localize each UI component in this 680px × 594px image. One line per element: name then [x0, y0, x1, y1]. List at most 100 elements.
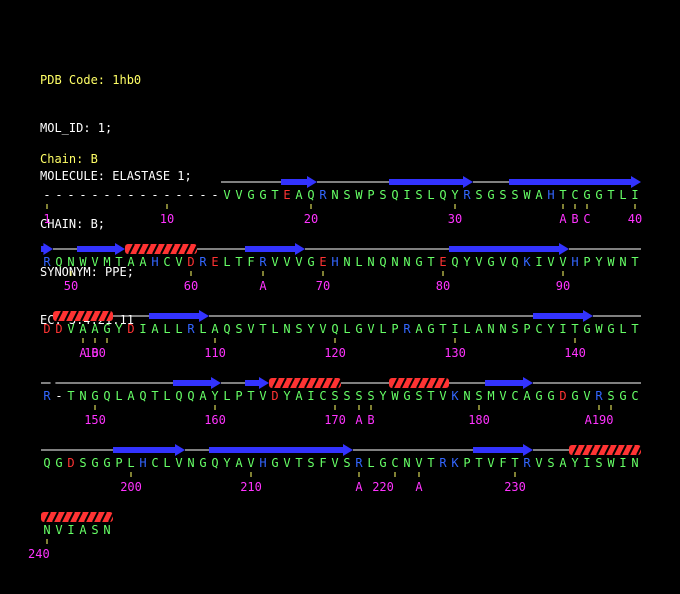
residue: G	[103, 322, 111, 336]
residue: L	[199, 322, 207, 336]
residue: T	[427, 456, 435, 470]
residue: L	[271, 322, 279, 336]
residue-number: 180	[468, 413, 490, 427]
residue-number: 200	[120, 480, 142, 494]
residue: -	[199, 188, 207, 202]
residue: L	[367, 456, 375, 470]
residue: S	[499, 188, 507, 202]
residue: Y	[223, 456, 231, 470]
residue: A	[127, 389, 135, 403]
residue-number: 60	[183, 279, 199, 293]
residue: W	[607, 255, 615, 269]
residue: R	[199, 255, 207, 269]
sequence-line-2: RQNWVMTAAHCVDRELTFRVVVGEHNLNQNNGTEQYVGVQ…	[0, 241, 680, 311]
residue: L	[379, 322, 387, 336]
residue: Q	[307, 188, 315, 202]
residue: -	[55, 389, 63, 403]
residue: S	[475, 389, 483, 403]
residue: L	[115, 389, 123, 403]
residue: N	[343, 255, 351, 269]
residue: Y	[451, 188, 459, 202]
helix-segment	[125, 243, 199, 255]
residue: H	[331, 255, 339, 269]
residue-number: 150	[84, 413, 106, 427]
residue: S	[79, 456, 87, 470]
residue: T	[631, 322, 639, 336]
residue: L	[163, 456, 171, 470]
residue: A	[79, 322, 87, 336]
residue: A	[79, 523, 87, 537]
residue-number: 160	[204, 413, 226, 427]
residue: D	[127, 322, 135, 336]
residue: N	[79, 389, 87, 403]
residue: N	[463, 389, 471, 403]
residue: T	[235, 255, 243, 269]
residue: H	[571, 255, 579, 269]
residue: L	[427, 188, 435, 202]
residue: G	[247, 188, 255, 202]
residue: N	[43, 523, 51, 537]
residue: G	[427, 322, 435, 336]
residue-number: 20	[303, 212, 319, 226]
residue: V	[271, 255, 279, 269]
residue: T	[295, 456, 303, 470]
residue: G	[379, 456, 387, 470]
residue: V	[55, 523, 63, 537]
residue: Q	[43, 456, 51, 470]
residue: S	[511, 188, 519, 202]
sequence-view: ---------------VVGGTEAQRNSWPSQISLQYRSGSS…	[0, 0, 680, 594]
residue: T	[559, 188, 567, 202]
residue: V	[319, 322, 327, 336]
strand-arrow	[485, 377, 533, 389]
residue: T	[67, 389, 75, 403]
residue: S	[415, 188, 423, 202]
strand-arrow	[389, 176, 473, 188]
residue-number: 30	[447, 212, 463, 226]
residue: R	[319, 188, 327, 202]
strand-arrow	[209, 444, 353, 456]
residue: Q	[55, 255, 63, 269]
residue: W	[595, 322, 603, 336]
residue: T	[571, 322, 579, 336]
residue: H	[547, 188, 555, 202]
residue-number: A	[415, 480, 423, 494]
residue: -	[67, 188, 75, 202]
residue: M	[487, 389, 495, 403]
residue-number: 140	[564, 346, 586, 360]
residue: V	[499, 255, 507, 269]
residue-number: B	[367, 413, 375, 427]
residue: -	[127, 188, 135, 202]
residue: L	[619, 322, 627, 336]
residue: Q	[223, 322, 231, 336]
residue: G	[91, 456, 99, 470]
residue: V	[295, 255, 303, 269]
residue: F	[319, 456, 327, 470]
residue: G	[595, 188, 603, 202]
residue: G	[583, 322, 591, 336]
residue: W	[523, 188, 531, 202]
residue-number: 40	[627, 212, 643, 226]
residue: S	[343, 456, 351, 470]
residue: -	[103, 188, 111, 202]
strand-arrow	[41, 243, 53, 255]
residue-number: C	[583, 212, 591, 226]
residue: A	[415, 322, 423, 336]
residue: D	[55, 322, 63, 336]
residue: -	[55, 188, 63, 202]
residue: W	[607, 456, 615, 470]
residue: L	[223, 389, 231, 403]
residue: G	[487, 255, 495, 269]
residue: -	[139, 188, 147, 202]
residue: T	[427, 255, 435, 269]
residue-number: 220	[372, 480, 394, 494]
residue: G	[547, 389, 555, 403]
residue: D	[271, 389, 279, 403]
residue: L	[163, 322, 171, 336]
residue: A	[211, 322, 219, 336]
residue: H	[139, 456, 147, 470]
residue: S	[331, 389, 339, 403]
residue: F	[499, 456, 507, 470]
residue: S	[295, 322, 303, 336]
residue: E	[439, 255, 447, 269]
residue: L	[343, 322, 351, 336]
